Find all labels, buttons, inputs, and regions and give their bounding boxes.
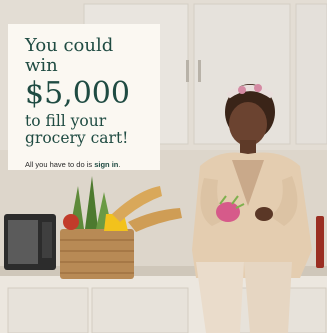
promo-subtext-suffix: . [118,159,121,169]
promo-panel[interactable]: You could win $5,000 to fill your grocer… [8,24,160,170]
promo-headline-line3: to fill your [25,111,107,130]
promo-headline-line4: grocery cart! [25,129,129,148]
sign-in-link[interactable]: sign in [94,160,118,169]
prize-amount: $5,000 [25,76,130,112]
promo-headline-line1: You could win [25,35,114,77]
promo-subtext-prefix: All you have to do is [25,159,95,169]
promo-subtext: All you have to do is sign in. [25,160,150,169]
promo-card[interactable]: You could win $5,000 to fill your grocer… [0,0,327,333]
